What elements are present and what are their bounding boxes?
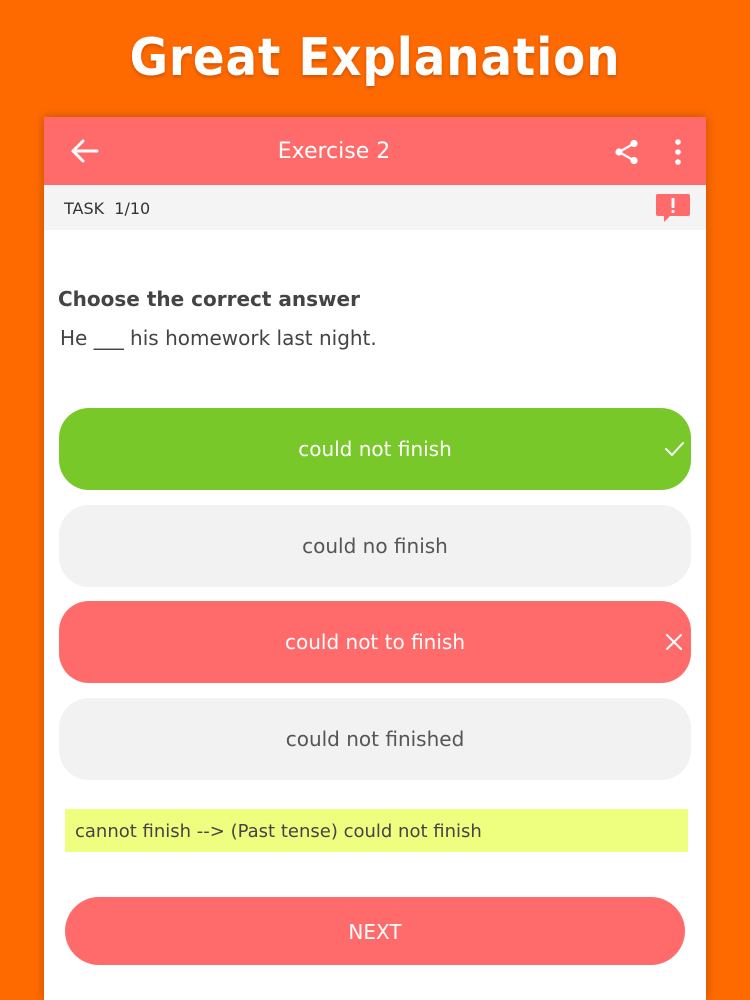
answer-option-label: could not to finish — [285, 630, 465, 654]
report-issue-icon[interactable] — [654, 192, 692, 224]
explanation-box: cannot finish --> (Past tense) could not… — [65, 809, 688, 852]
task-progress: 1/10 — [114, 199, 151, 218]
answer-option-label: could no finish — [302, 534, 448, 558]
task-progress-bar: TASK 1/10 — [44, 185, 706, 230]
next-button[interactable]: NEXT — [65, 897, 685, 965]
check-icon — [665, 442, 684, 456]
answer-option-wrong[interactable]: could not to finish — [59, 601, 691, 683]
task-progress-label: TASK 1/10 — [64, 185, 150, 230]
screen-title: Exercise 2 — [277, 139, 391, 164]
answer-option[interactable]: could not finished — [59, 698, 691, 780]
app-bar: Exercise 2 — [44, 117, 706, 185]
question-instruction: Choose the correct answer — [58, 287, 360, 311]
more-vertical-icon[interactable] — [670, 138, 686, 166]
answer-option-label: could not finished — [285, 727, 465, 751]
task-label: TASK — [64, 199, 105, 218]
answer-option[interactable]: could no finish — [59, 505, 691, 587]
promo-headline: Great Explanation — [129, 28, 621, 88]
share-icon[interactable] — [614, 139, 640, 165]
answer-option-label: could not finish — [298, 437, 452, 461]
app-screen: Exercise 2 TASK 1/10 Choose the correct … — [44, 117, 706, 1000]
explanation-text: cannot finish --> (Past tense) could not… — [75, 821, 482, 842]
close-icon — [666, 634, 682, 650]
answer-option-correct[interactable]: could not finish — [59, 408, 691, 490]
question-sentence: He ___ his homework last night. — [60, 326, 377, 350]
